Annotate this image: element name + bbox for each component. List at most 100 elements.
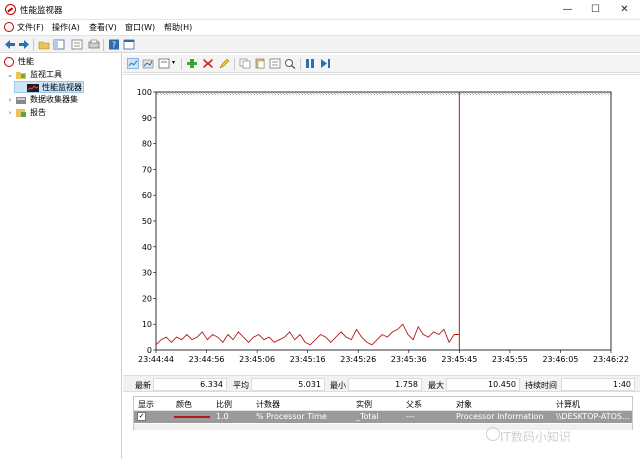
y-tick-label: 60 xyxy=(142,191,152,200)
menu-view[interactable]: 查看(V) xyxy=(89,22,117,33)
close-button[interactable]: ✕ xyxy=(611,0,638,20)
system-menu-icon[interactable] xyxy=(4,22,14,32)
table-header: 显示 颜色 比例 计数器 实例 父系 对象 计算机 xyxy=(134,397,632,411)
column-computer[interactable]: 计算机 xyxy=(556,399,580,410)
toolbar-separator xyxy=(33,39,34,51)
duration-value: 1:40 xyxy=(561,378,635,391)
x-tick-label: 23:44:56 xyxy=(189,355,225,364)
x-tick-label: 23:45:55 xyxy=(492,355,528,364)
y-tick-label: 40 xyxy=(142,243,152,252)
graph-type-dropdown-icon[interactable]: ▾ xyxy=(172,59,175,66)
performance-icon xyxy=(4,57,14,67)
x-tick-label: 23:45:06 xyxy=(239,355,275,364)
watermark-text: IT数码小知识 xyxy=(500,430,571,444)
y-tick-label: 80 xyxy=(142,140,152,149)
x-tick-label: 23:45:36 xyxy=(391,355,427,364)
up-folder-icon[interactable] xyxy=(38,39,50,50)
column-object[interactable]: 对象 xyxy=(456,399,472,410)
mmc-console-icon[interactable] xyxy=(123,39,135,50)
row-scale: 1.0 xyxy=(216,412,229,421)
forward-icon[interactable] xyxy=(18,39,30,50)
x-tick-label: 23:44:44 xyxy=(138,355,174,364)
show-checkbox[interactable]: ✓ xyxy=(137,412,146,421)
table-row[interactable]: ✓ 1.0 % Processor Time _Total --- Proces… xyxy=(134,411,632,423)
menu-window[interactable]: 窗口(W) xyxy=(125,22,155,33)
menu-action[interactable]: 操作(A) xyxy=(52,22,80,33)
tree-item-reports[interactable]: › 报告 xyxy=(2,107,120,119)
data-collector-icon xyxy=(16,97,26,104)
last-value: 6.334 xyxy=(153,378,227,391)
help-icon[interactable]: ? xyxy=(108,39,120,50)
tree-item-performance-monitor[interactable]: 性能监视器 xyxy=(14,81,84,93)
y-tick-label: 0 xyxy=(147,346,152,355)
svg-text:?: ? xyxy=(112,41,116,50)
zoom-icon[interactable] xyxy=(284,58,296,69)
change-graph-type-icon[interactable] xyxy=(158,58,170,69)
column-instance[interactable]: 实例 xyxy=(356,399,372,410)
update-data-icon[interactable] xyxy=(319,58,331,69)
line-chart[interactable]: 100908070605040302010023:44:44 23:44:56 23… xyxy=(123,75,640,375)
minimize-button[interactable]: — xyxy=(554,0,581,20)
delete-counter-icon[interactable] xyxy=(202,58,214,69)
tree-item-monitoring-tools[interactable]: ⌄ 监视工具 xyxy=(2,69,120,81)
x-tick-label: 23:45:26 xyxy=(340,355,376,364)
x-tick-label: 23:45:16 xyxy=(290,355,326,364)
column-parent[interactable]: 父系 xyxy=(406,399,422,410)
toolbar-separator xyxy=(300,58,301,70)
statistics-bar: 最新 6.334 平均 5.031 最小 1.758 最大 10.450 持续时… xyxy=(123,375,640,392)
menu-help[interactable]: 帮助(H) xyxy=(164,22,192,33)
menu-bar: 文件(F) 操作(A) 查看(V) 窗口(W) 帮助(H) xyxy=(0,20,640,35)
tree-item-performance[interactable]: 性能 xyxy=(2,56,120,68)
show-hide-tree-icon[interactable] xyxy=(53,39,65,50)
paste-counter-list-icon[interactable] xyxy=(254,58,266,69)
watermark-logo-icon xyxy=(486,427,500,441)
tree-item-data-collector-sets[interactable]: › 数据收集器集 xyxy=(2,94,120,106)
chart-icon xyxy=(27,84,39,92)
column-color[interactable]: 颜色 xyxy=(176,399,192,410)
toolbar-separator xyxy=(103,39,104,51)
duration-label: 持续时间 xyxy=(525,381,557,390)
average-value: 5.031 xyxy=(251,378,325,391)
graph-toolbar: ▾ xyxy=(123,55,640,73)
y-tick-label: 10 xyxy=(142,320,152,329)
performance-monitor-icon xyxy=(5,4,16,15)
last-label: 最新 xyxy=(135,381,151,390)
properties-icon[interactable] xyxy=(269,58,281,69)
performance-monitor-panel: ▾ 100 90 80 70 60 50 40 30 20 10 0 23:44:44 23:44:56… xyxy=(123,53,640,459)
y-tick-label: 30 xyxy=(142,269,152,278)
expand-icon[interactable]: › xyxy=(6,107,14,119)
window-title: 性能监视器 xyxy=(20,6,63,16)
maximize-button[interactable]: ☐ xyxy=(582,0,609,20)
minimum-label: 最小 xyxy=(330,381,346,390)
column-scale[interactable]: 比例 xyxy=(216,399,232,410)
highlight-icon[interactable] xyxy=(218,58,230,69)
column-counter[interactable]: 计数器 xyxy=(256,399,280,410)
column-show[interactable]: 显示 xyxy=(138,399,154,410)
freeze-display-icon[interactable] xyxy=(304,58,316,69)
main-toolbar: ? xyxy=(0,35,640,53)
view-current-activity-icon[interactable] xyxy=(127,58,139,69)
row-computer: \\DESKTOP-ATOS... xyxy=(556,412,630,421)
row-object: Processor Information xyxy=(456,412,544,421)
export-list-icon[interactable] xyxy=(88,39,100,50)
maximum-label: 最大 xyxy=(428,381,444,390)
series-color-swatch xyxy=(174,416,210,418)
copy-properties-icon[interactable] xyxy=(239,58,251,69)
toolbar-separator xyxy=(234,58,235,70)
y-tick-label: 50 xyxy=(142,217,152,226)
maximum-value: 10.450 xyxy=(446,378,520,391)
view-log-data-icon[interactable] xyxy=(142,58,154,69)
navigation-tree: 性能 ⌄ 监视工具 性能监视器 › 数据收集器集 › 报告 xyxy=(0,53,122,459)
x-tick-label: 23:46:05 xyxy=(542,355,578,364)
plot-frame xyxy=(155,91,612,351)
minimum-value: 1.758 xyxy=(348,378,422,391)
menu-file[interactable]: 文件(F) xyxy=(17,22,44,33)
y-tick-label: 70 xyxy=(142,165,152,174)
expand-icon[interactable]: › xyxy=(6,94,14,106)
back-icon[interactable] xyxy=(4,39,16,50)
toolbar-separator xyxy=(181,58,182,70)
collapse-icon[interactable]: ⌄ xyxy=(6,69,14,81)
properties-icon[interactable] xyxy=(71,39,83,50)
row-parent: --- xyxy=(406,412,415,421)
add-counter-icon[interactable] xyxy=(186,58,198,69)
